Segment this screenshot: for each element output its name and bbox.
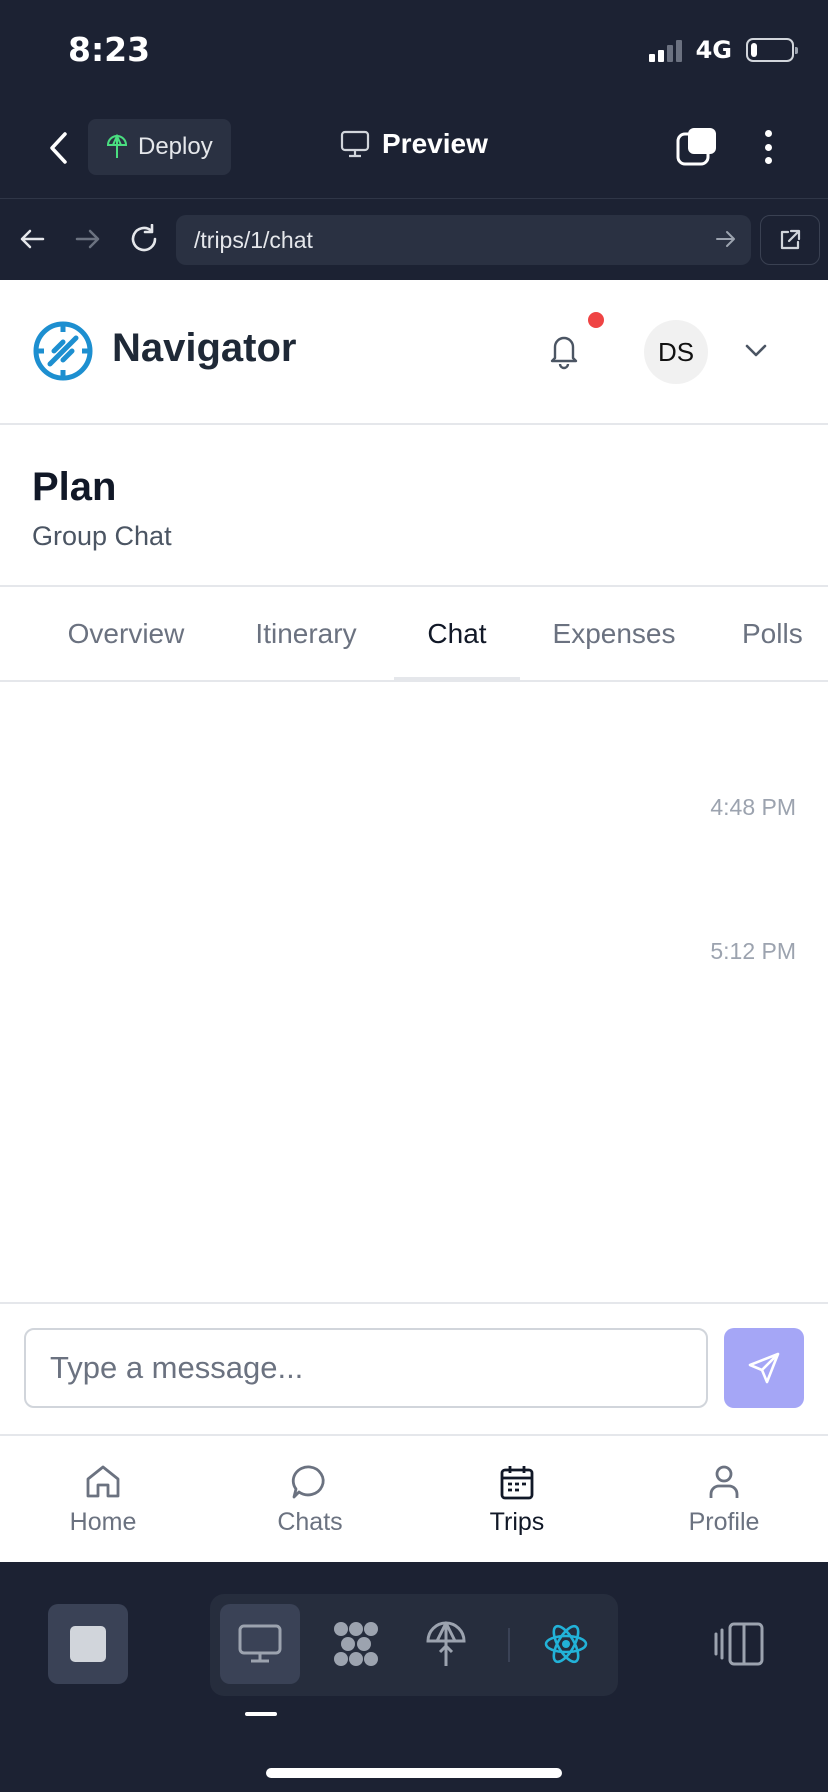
nav-home-label: Home — [69, 1508, 137, 1536]
nav-profile-label: Profile — [688, 1508, 760, 1536]
open-external-button[interactable] — [760, 215, 820, 265]
page-title: Plan — [32, 465, 117, 509]
page-subtitle: Group Chat — [32, 521, 172, 551]
status-bar: 8:23 4G — [0, 0, 828, 100]
home-indicator — [266, 1768, 562, 1778]
deploy-dock-button[interactable] — [406, 1604, 486, 1684]
message-timestamp: 5:12 PM — [710, 938, 796, 964]
arrow-right-icon — [75, 229, 100, 249]
divider — [508, 1628, 510, 1662]
url-bar: /trips/1/chat — [0, 198, 828, 280]
send-icon — [748, 1352, 780, 1384]
tab-itinerary[interactable]: Itinerary — [236, 587, 376, 680]
message-composer — [0, 1302, 828, 1436]
web-page: Navigator DS Plan Group Chat Overview It… — [0, 280, 828, 1562]
dev-dock — [0, 1562, 828, 1792]
trip-header: Plan Group Chat — [0, 425, 828, 587]
arrow-left-icon — [20, 229, 45, 249]
preview-toolbar: Deploy Preview — [0, 100, 828, 198]
trip-tabs: Overview Itinerary Chat Expenses Polls — [0, 587, 828, 682]
external-link-icon — [780, 229, 801, 250]
battery-icon — [746, 38, 798, 62]
reload-button[interactable] — [126, 221, 162, 257]
panel-icon[interactable] — [714, 1620, 766, 1668]
deploy-icon — [426, 1621, 466, 1666]
app-header: Navigator DS — [0, 280, 828, 425]
home-icon — [86, 1465, 120, 1498]
url-field[interactable]: /trips/1/chat — [176, 215, 751, 265]
status-time: 8:23 — [68, 30, 151, 69]
stop-icon — [70, 1626, 106, 1662]
calendar-icon — [500, 1466, 534, 1500]
url-text: /trips/1/chat — [194, 226, 313, 253]
nav-trips-label: Trips — [489, 1508, 545, 1536]
nav-trips[interactable]: Trips — [447, 1462, 587, 1537]
preview-title[interactable]: Preview — [340, 128, 488, 160]
bottom-nav: Home Chats Trips Profile — [0, 1436, 828, 1562]
compass-logo-icon[interactable] — [32, 320, 94, 382]
brand-name[interactable]: Navigator — [112, 326, 297, 371]
nav-chats-label: Chats — [277, 1508, 343, 1536]
avatar[interactable]: DS — [644, 320, 708, 384]
go-arrow-icon[interactable] — [715, 228, 737, 250]
more-options-button[interactable] — [754, 126, 782, 168]
workflow-button[interactable] — [316, 1604, 396, 1684]
tab-polls[interactable]: Polls — [726, 587, 828, 680]
network-type: 4G — [695, 36, 732, 64]
deploy-button[interactable]: Deploy — [88, 119, 231, 175]
chat-bubble-icon — [291, 1465, 325, 1499]
message-input[interactable] — [24, 1328, 708, 1408]
react-icon — [544, 1624, 588, 1664]
nav-profile[interactable]: Profile — [654, 1462, 794, 1537]
preview-label: Preview — [382, 128, 488, 159]
back-button[interactable] — [40, 128, 76, 168]
dots-grid-icon — [334, 1622, 378, 1666]
message-timestamp: 4:48 PM — [710, 794, 796, 820]
preview-view-button[interactable] — [220, 1604, 300, 1684]
reload-icon — [131, 224, 157, 252]
tab-chat[interactable]: Chat — [394, 587, 520, 682]
chevron-down-icon[interactable] — [742, 336, 770, 364]
status-indicators: 4G — [648, 36, 798, 64]
send-button[interactable] — [724, 1328, 804, 1408]
deploy-label: Deploy — [138, 133, 213, 160]
signal-icon — [648, 38, 682, 62]
tabs-icon — [676, 128, 716, 166]
bell-icon[interactable] — [546, 330, 582, 370]
stop-button[interactable] — [48, 1604, 128, 1684]
nav-back-button[interactable] — [14, 221, 50, 257]
nav-home[interactable]: Home — [33, 1462, 173, 1537]
tab-expenses[interactable]: Expenses — [540, 587, 688, 680]
nav-chats[interactable]: Chats — [240, 1462, 380, 1537]
notification-badge — [588, 312, 604, 328]
tab-overview[interactable]: Overview — [48, 587, 204, 680]
deploy-icon — [106, 134, 128, 158]
monitor-icon — [238, 1624, 282, 1663]
chevron-left-icon — [50, 132, 67, 164]
monitor-icon — [340, 130, 370, 158]
user-icon — [709, 1465, 739, 1498]
nav-forward-button[interactable] — [70, 221, 106, 257]
react-devtools-button[interactable] — [526, 1604, 606, 1684]
active-view-indicator — [245, 1712, 277, 1716]
view-switcher — [210, 1594, 618, 1696]
tabs-button[interactable] — [676, 126, 718, 168]
